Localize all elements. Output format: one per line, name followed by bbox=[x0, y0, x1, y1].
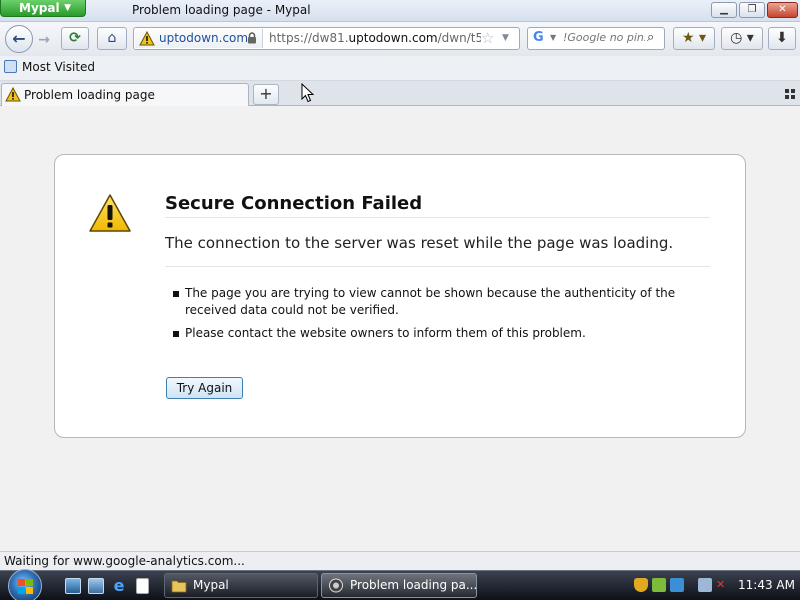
search-icon[interactable]: ⌕ bbox=[647, 30, 654, 45]
taskbar: e Mypal Problem loading pa... ✕ 11:43 AM bbox=[0, 569, 800, 600]
mypal-browser-icon bbox=[329, 578, 343, 593]
minimize-button[interactable]: ▁ bbox=[711, 2, 737, 18]
error-description: The connection to the server was reset w… bbox=[165, 234, 710, 267]
document-icon[interactable] bbox=[136, 578, 149, 594]
lock-icon bbox=[248, 32, 256, 44]
taskbar-item-mypal-folder[interactable]: Mypal bbox=[164, 573, 318, 598]
url-prefix: https://dw81. bbox=[269, 31, 349, 45]
update-icon[interactable] bbox=[652, 578, 666, 592]
taskbar-item-label: Mypal bbox=[193, 578, 229, 592]
navigation-toolbar: ← → ⟳ ⌂ uptodown.com https://dw81.uptodo… bbox=[0, 22, 800, 56]
tab-strip: Problem loading page + bbox=[0, 81, 800, 106]
reload-button[interactable]: ⟳ bbox=[61, 27, 89, 50]
tab-problem-loading[interactable]: Problem loading page bbox=[1, 83, 249, 106]
window-title: Problem loading page - Mypal bbox=[132, 3, 311, 17]
list-item: Please contact the website owners to inf… bbox=[173, 325, 693, 342]
defender-icon[interactable] bbox=[670, 578, 684, 592]
error-title: Secure Connection Failed bbox=[165, 193, 710, 218]
home-button[interactable]: ⌂ bbox=[97, 27, 127, 50]
network-icon[interactable] bbox=[698, 578, 712, 592]
bookmark-most-visited[interactable]: Most Visited bbox=[4, 60, 95, 74]
clock[interactable]: 11:43 AM bbox=[738, 578, 795, 592]
folder-icon bbox=[171, 580, 187, 593]
bookmarks-menu-button[interactable]: ★ ▾ bbox=[673, 27, 715, 50]
taskbar-item-label: Problem loading pa... bbox=[350, 578, 478, 592]
site-identity-button[interactable]: uptodown.com bbox=[135, 29, 263, 48]
warning-icon bbox=[139, 31, 155, 46]
try-again-button[interactable]: Try Again bbox=[166, 377, 243, 399]
taskbar-item-browser[interactable]: Problem loading pa... bbox=[321, 573, 477, 598]
error-details-list: The page you are trying to view cannot b… bbox=[173, 285, 693, 348]
tab-title: Problem loading page bbox=[24, 88, 155, 102]
forward-button[interactable]: → bbox=[34, 30, 54, 50]
search-input[interactable] bbox=[563, 31, 645, 44]
site-identity-label: uptodown.com bbox=[159, 31, 249, 45]
status-bar: Waiting for www.google-analytics.com... bbox=[0, 551, 800, 570]
error-container: Secure Connection Failed The connection … bbox=[54, 154, 746, 438]
url-path: /dwn/t5Ie bbox=[437, 31, 481, 45]
app-menu-button[interactable]: Mypal ▼ bbox=[0, 0, 86, 17]
switch-windows-icon[interactable] bbox=[88, 578, 104, 594]
show-desktop-icon[interactable] bbox=[65, 578, 81, 594]
page-content: Secure Connection Failed The connection … bbox=[0, 106, 800, 551]
tab-grid-icon[interactable] bbox=[785, 89, 795, 99]
close-button[interactable]: ✕ bbox=[767, 2, 798, 18]
warning-icon bbox=[89, 194, 131, 232]
maximize-button[interactable]: ❐ bbox=[739, 2, 765, 18]
internet-explorer-icon[interactable]: e bbox=[111, 578, 127, 594]
bookmark-label: Most Visited bbox=[22, 60, 96, 74]
url-text[interactable]: https://dw81.uptodown.com/dwn/t5Ie bbox=[269, 31, 481, 45]
bookmark-star-icon[interactable]: ☆ bbox=[481, 29, 494, 47]
windows-logo-icon bbox=[18, 579, 34, 595]
search-bar[interactable]: G ▼ ⌕ bbox=[527, 27, 665, 50]
new-tab-button[interactable]: + bbox=[253, 84, 279, 105]
most-visited-icon bbox=[4, 60, 17, 73]
url-history-dropdown-icon[interactable]: ▼ bbox=[502, 33, 509, 43]
url-bar[interactable]: uptodown.com https://dw81.uptodown.com/d… bbox=[133, 27, 520, 50]
warning-icon bbox=[5, 87, 21, 102]
volume-muted-icon[interactable]: ✕ bbox=[716, 578, 730, 592]
start-button[interactable] bbox=[8, 569, 42, 600]
downloads-button[interactable]: ⬇ bbox=[768, 27, 796, 50]
security-shield-icon[interactable] bbox=[634, 578, 648, 592]
google-engine-icon[interactable]: G bbox=[533, 30, 544, 45]
engine-dropdown-icon[interactable]: ▼ bbox=[550, 33, 556, 42]
back-button[interactable]: ← bbox=[5, 25, 33, 53]
app-menu-label: Mypal bbox=[19, 1, 60, 15]
mouse-cursor-icon bbox=[301, 83, 315, 103]
list-item: The page you are trying to view cannot b… bbox=[173, 285, 693, 319]
system-tray: ✕ 11:43 AM bbox=[628, 574, 798, 598]
history-menu-button[interactable]: ◷ ▾ bbox=[721, 27, 763, 50]
url-domain: uptodown.com bbox=[348, 31, 438, 45]
title-bar: Mypal ▼ Problem loading page - Mypal ▁ ❐… bbox=[0, 0, 800, 22]
status-text: Waiting for www.google-analytics.com... bbox=[4, 554, 245, 568]
app-menu-arrow-icon: ▼ bbox=[64, 3, 71, 13]
bookmarks-toolbar: Most Visited bbox=[0, 56, 800, 81]
